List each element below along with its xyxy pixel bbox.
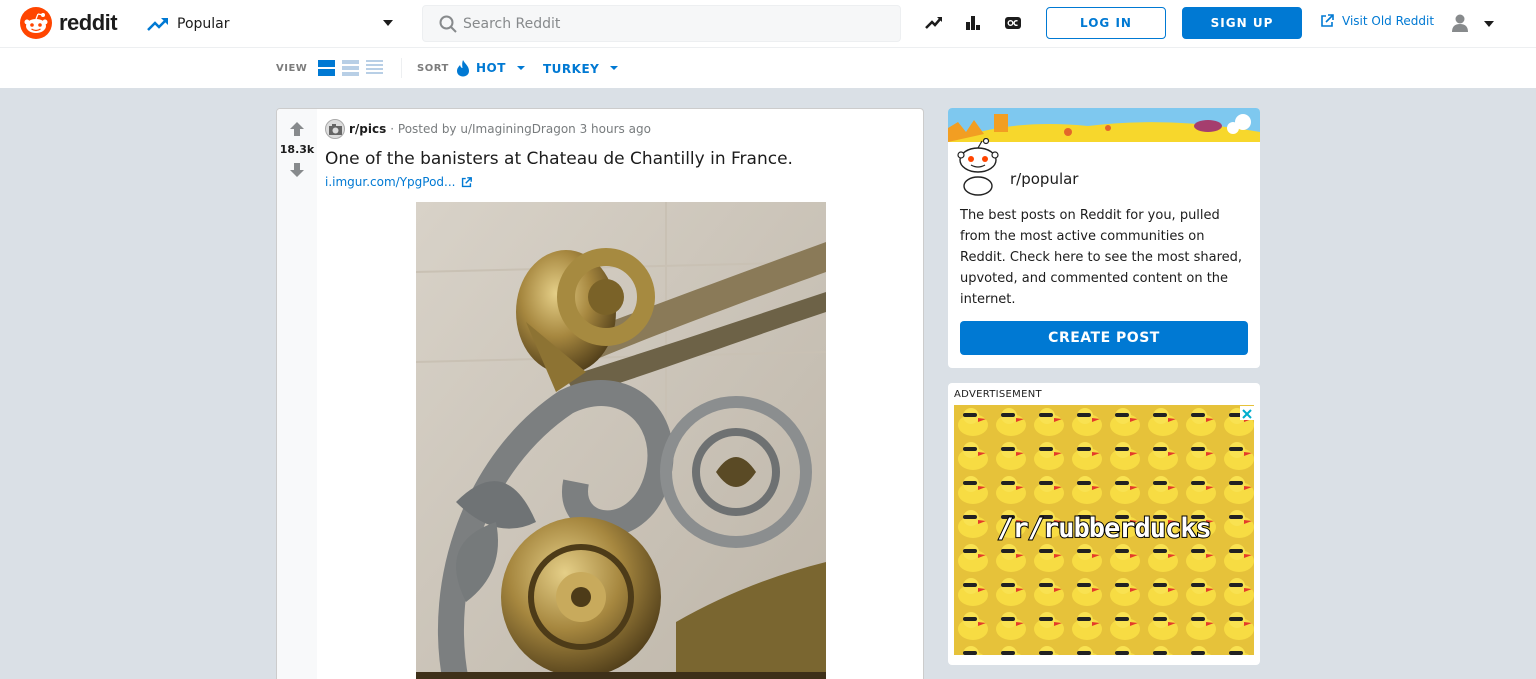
posted-by-text: · Posted by u/ImaginingDragon 3 hours ag… [390, 122, 651, 136]
subreddit-link[interactable]: r/pics [349, 122, 386, 136]
search-input[interactable] [463, 6, 883, 41]
downvote-icon[interactable] [289, 162, 305, 178]
create-post-button[interactable]: CREATE POST [960, 321, 1248, 355]
vote-score: 18.3k [279, 143, 315, 156]
post-meta: r/pics · Posted by u/ImaginingDragon 3 h… [325, 119, 651, 139]
feed-selector[interactable]: Popular [147, 8, 397, 40]
reddit-wordmark: reddit [59, 10, 118, 35]
ad-image[interactable]: /r/rubberducks [954, 405, 1254, 655]
log-in-button[interactable]: LOG IN [1046, 7, 1166, 39]
reddit-snoo-icon [20, 7, 52, 39]
search-bar[interactable] [422, 5, 901, 42]
advertisement-card: ADVERTISEMENT /r/rubberducks [948, 383, 1260, 665]
reddit-logo[interactable]: reddit [20, 7, 118, 39]
top-header: reddit Popular LOG IN SIGN UP [0, 0, 1536, 48]
user-icon [1452, 14, 1468, 32]
card-title: r/popular [1010, 170, 1079, 188]
chevron-down-icon [383, 20, 393, 26]
user-menu[interactable] [1450, 12, 1498, 36]
post-image[interactable] [416, 202, 826, 679]
advertisement-label: ADVERTISEMENT [954, 389, 1042, 400]
post-link[interactable]: i.imgur.com/YpgPod... [325, 175, 472, 189]
chevron-down-icon [1484, 21, 1494, 27]
sort-value: HOT [476, 61, 506, 75]
chevron-down-icon[interactable] [517, 66, 525, 70]
search-icon [439, 15, 457, 33]
visit-old-reddit-label: Visit Old Reddit [1342, 14, 1435, 28]
trending-icon[interactable] [924, 13, 944, 33]
sort-label: SORT [417, 63, 449, 74]
stats-icon[interactable] [963, 13, 983, 33]
post-card[interactable]: 18.3k r/pics · Posted by u/ImaginingDrag… [276, 108, 924, 679]
classic-view-icon[interactable] [342, 60, 359, 76]
ad-headline: /r/rubberducks [996, 512, 1213, 545]
post-link-text: i.imgur.com/YpgPod... [325, 175, 456, 189]
visit-old-reddit-link[interactable]: Visit Old Reddit [1320, 14, 1434, 28]
trending-icon [147, 18, 168, 31]
subreddit-avatar[interactable] [325, 119, 345, 139]
card-banner [948, 108, 1260, 142]
sort-hot-dropdown[interactable]: HOT [456, 59, 506, 77]
card-view-icon[interactable] [318, 60, 335, 76]
card-description: The best posts on Reddit for you, pulled… [960, 208, 1243, 307]
snoo-mascot-icon [956, 137, 1000, 196]
geo-filter-dropdown[interactable]: TURKEY [543, 62, 599, 76]
chevron-down-icon[interactable] [610, 66, 618, 70]
post-title[interactable]: One of the banisters at Chateau de Chant… [325, 149, 793, 169]
original-content-icon[interactable] [1003, 13, 1023, 33]
external-link-icon [1321, 14, 1334, 27]
compact-view-icon[interactable] [366, 60, 383, 76]
feed-label: Popular [177, 16, 230, 32]
sort-bar: VIEW SORT HOT TURKEY [0, 48, 1536, 88]
ad-close-icon[interactable] [1240, 406, 1254, 420]
vote-column: 18.3k [277, 109, 317, 679]
view-label: VIEW [276, 63, 308, 74]
popular-info-card: r/popular The best posts on Reddit for y… [948, 108, 1260, 368]
flame-icon [457, 60, 469, 77]
upvote-icon[interactable] [289, 121, 305, 137]
divider [401, 58, 402, 78]
sign-up-button[interactable]: SIGN UP [1182, 7, 1302, 39]
external-link-icon [461, 176, 472, 187]
